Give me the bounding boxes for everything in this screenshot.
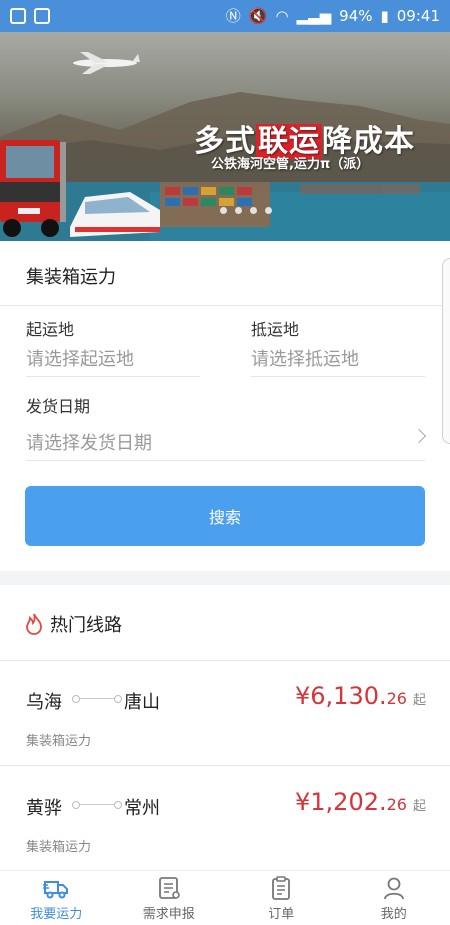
carousel-dot[interactable] [235, 207, 242, 214]
section-title: 集装箱运力 [26, 267, 116, 288]
user-icon [383, 877, 404, 899]
document-icon [158, 876, 180, 899]
destination-label: 抵运地 [251, 320, 300, 339]
tab-mine[interactable]: 我的 [338, 871, 450, 925]
wifi-icon: ◠ [275, 6, 289, 25]
mute-icon: 🔇 [248, 6, 268, 25]
carousel-dot[interactable] [265, 207, 272, 214]
route-origin: 乌海 [26, 692, 62, 713]
clock: 09:41 [396, 7, 440, 25]
truck-icon [43, 880, 69, 898]
route-type: 集装箱运力 [26, 840, 92, 855]
side-drawer-handle[interactable] [442, 258, 450, 444]
route-item[interactable]: 乌海 唐山 ¥6,130.26 起 集装箱运力 [0, 660, 450, 765]
divider [0, 305, 450, 306]
nfc-icon: Ⓝ [225, 6, 241, 25]
route-type: 集装箱运力 [26, 734, 92, 749]
airplane-graphic [73, 52, 140, 74]
battery-level: 94% [339, 7, 373, 25]
route-item[interactable]: 黄骅 常州 ¥1,202.26 起 集装箱运力 [0, 766, 450, 871]
signal-icon: ▂▃▅ [296, 6, 332, 25]
route-connector [72, 695, 122, 703]
briefcase-icon [10, 8, 26, 24]
origin-label: 起运地 [26, 320, 75, 339]
carousel-indicator [220, 207, 272, 214]
divider [251, 376, 425, 377]
origin-field[interactable]: 请选择起运地 [26, 345, 134, 371]
search-button[interactable]: 搜索 [25, 486, 425, 546]
search-form: 集装箱运力 起运地 请选择起运地 抵运地 请选择抵运地 发货日期 请选择发货日期… [0, 241, 450, 571]
route-origin: 黄骅 [26, 798, 62, 819]
tab-capacity[interactable]: 我要运力 [0, 871, 113, 925]
date-field[interactable]: 请选择发货日期 [26, 429, 152, 455]
chevron-right-icon[interactable] [411, 428, 427, 444]
banner-subtitle: 公铁海河空管,运力π（派） [211, 157, 370, 172]
hot-routes-title: 热门线路 [50, 615, 122, 636]
carousel-dot[interactable] [220, 207, 227, 214]
route-destination: 唐山 [124, 692, 160, 713]
hot-routes-header: 热门线路 [0, 585, 450, 660]
date-label: 发货日期 [26, 397, 91, 416]
carousel-dot[interactable] [250, 207, 257, 214]
fire-icon [26, 613, 42, 635]
divider [26, 460, 425, 461]
divider [26, 376, 200, 377]
tab-orders[interactable]: 订单 [225, 871, 338, 925]
route-destination: 常州 [124, 798, 160, 819]
route-price: ¥1,202.26 起 [295, 788, 426, 816]
route-connector [72, 801, 122, 809]
route-price: ¥6,130.26 起 [295, 682, 426, 710]
battery-icon: ▮ [380, 6, 389, 25]
hot-routes: 热门线路 乌海 唐山 ¥6,130.26 起 集装箱运力 黄骅 常州 ¥1,202… [0, 585, 450, 870]
destination-field[interactable]: 请选择抵运地 [251, 345, 359, 371]
status-bar: Ⓝ 🔇 ◠ ▂▃▅ 94% ▮ 09:41 [0, 0, 450, 32]
promo-banner[interactable]: 多式联运降成本 公铁海河空管,运力π（派） [0, 32, 450, 241]
tab-demand[interactable]: 需求申报 [113, 871, 226, 925]
clipboard-icon [272, 875, 291, 900]
paw-icon [34, 8, 50, 24]
bottom-tab-bar: 我要运力 需求申报 订单 我的 [0, 870, 450, 925]
